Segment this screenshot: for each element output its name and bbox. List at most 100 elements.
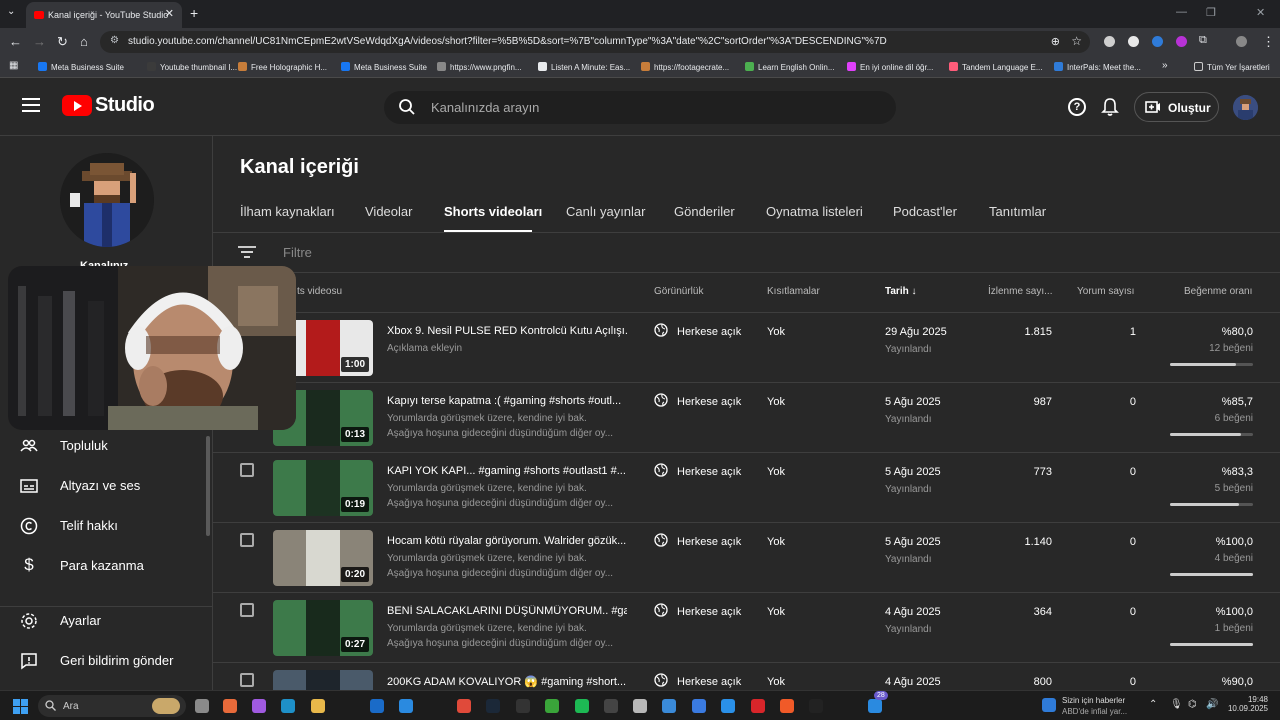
extensions-puzzle-icon[interactable]: ⧉: [1199, 34, 1207, 47]
table-row[interactable]: 0:13 Kapıyı terse kapatma :( #gaming #sho…: [213, 383, 1280, 453]
zoom-icon[interactable]: ⊕: [1051, 35, 1060, 48]
sidebar-item-feedback[interactable]: Geri bildirim gönder: [0, 641, 212, 681]
bookmark-item[interactable]: Listen A Minute: Eas...: [538, 62, 630, 72]
copilot-app-icon[interactable]: [252, 699, 266, 713]
bookmark-item[interactable]: Youtube thumbnail I...: [147, 62, 237, 72]
table-row[interactable]: 0:20 Hocam kötü rüyalar görüyorum. Walrid…: [213, 523, 1280, 593]
browser-tab[interactable]: Kanal içeriği - YouTube Studio ✕: [26, 2, 182, 28]
bookmark-item[interactable]: En iyi online dil öğr...: [847, 62, 933, 72]
help-icon[interactable]: ?: [1068, 98, 1086, 116]
row-checkbox[interactable]: [240, 673, 254, 687]
edge-icon[interactable]: [281, 699, 295, 713]
video-title[interactable]: BENİ SALACAKLARINI DÜŞÜNMÜYORUM.. #ga...: [387, 605, 627, 617]
extension-icon[interactable]: [1152, 36, 1163, 47]
video-title[interactable]: KAPI YOK KAPI... #gaming #shorts #outlas…: [387, 465, 627, 477]
address-bar[interactable]: ⚙ studio.youtube.com/channel/UC81NmCEpmE…: [100, 31, 1090, 53]
file-explorer-icon[interactable]: [311, 699, 325, 713]
home-icon[interactable]: ⌂: [80, 34, 88, 49]
xbox-app-icon[interactable]: [545, 699, 559, 713]
tab-search-icon[interactable]: ⌄: [7, 6, 15, 17]
hamburger-menu-icon[interactable]: [22, 98, 40, 112]
vegas-icon[interactable]: [633, 699, 647, 713]
brave-icon[interactable]: [780, 699, 794, 713]
all-bookmarks-button[interactable]: Tüm Yer İşaretleri: [1194, 62, 1270, 72]
sidebar-scrollbar[interactable]: [206, 436, 210, 536]
reload-icon[interactable]: ↻: [57, 34, 68, 50]
browser-menu-icon[interactable]: ⋮: [1262, 34, 1275, 50]
visibility-status[interactable]: Herkese açık: [677, 466, 741, 478]
spotify-icon[interactable]: [575, 699, 589, 713]
chrome-icon[interactable]: [457, 699, 471, 713]
filter-icon[interactable]: [238, 245, 256, 259]
taskbar-clock[interactable]: 19:48 10.09.2025: [1226, 695, 1268, 713]
tab-live[interactable]: Canlı yayınlar: [566, 204, 645, 219]
bookmark-item[interactable]: https://www.pngfin...: [437, 62, 522, 72]
channel-avatar[interactable]: [60, 153, 154, 247]
youtube-logo-icon[interactable]: [62, 95, 92, 116]
bell-icon[interactable]: [1101, 97, 1119, 117]
network-icon[interactable]: ⌬: [1188, 699, 1197, 710]
new-tab-icon[interactable]: +: [190, 5, 198, 21]
extension-icon[interactable]: [1104, 36, 1115, 47]
tray-chevron-icon[interactable]: ⌃: [1149, 699, 1157, 710]
close-window-icon[interactable]: ✕: [1256, 6, 1265, 19]
opera-icon[interactable]: [751, 699, 765, 713]
tab-promotions[interactable]: Tanıtımlar: [989, 204, 1046, 219]
visibility-status[interactable]: Herkese açık: [677, 606, 741, 618]
video-title[interactable]: 200KG ADAM KOVALIYOR 😱 #gaming #short...: [387, 675, 627, 688]
video-title[interactable]: Hocam kötü rüyalar görüyorum. Walrider g…: [387, 535, 627, 547]
back-icon[interactable]: ←: [9, 34, 22, 49]
copilot-icon[interactable]: [223, 699, 237, 713]
tab-inspiration[interactable]: İlham kaynakları: [240, 204, 335, 219]
extension-icon[interactable]: [1176, 36, 1187, 47]
bookmarks-more-icon[interactable]: »: [1162, 60, 1168, 71]
video-thumbnail[interactable]: 0:27: [273, 600, 373, 656]
account-avatar[interactable]: [1233, 95, 1258, 120]
apps-grid-icon[interactable]: ▦: [9, 60, 18, 71]
studio-logo-text[interactable]: Studio: [95, 94, 155, 117]
outlook-icon[interactable]: [370, 699, 384, 713]
store-icon[interactable]: [868, 699, 882, 713]
taskbar-search-input[interactable]: Ara: [38, 695, 186, 717]
bookmark-item[interactable]: InterPals: Meet the...: [1054, 62, 1141, 72]
windows-start-icon[interactable]: [13, 699, 28, 714]
table-row[interactable]: 1:00 Xbox 9. Nesil PULSE RED Kontrolcü Ku…: [213, 313, 1280, 383]
sidebar-item-copyright[interactable]: Telif hakkı: [0, 506, 212, 546]
column-header-likes[interactable]: Beğenme oranı: [1184, 286, 1252, 297]
visibility-status[interactable]: Herkese açık: [677, 536, 741, 548]
bookmark-item[interactable]: Meta Business Suite: [38, 62, 124, 72]
visibility-status[interactable]: Herkese açık: [677, 326, 741, 338]
tab-posts[interactable]: Gönderiler: [674, 204, 735, 219]
minimize-icon[interactable]: —: [1176, 6, 1187, 18]
tab-videos[interactable]: Videolar: [365, 204, 412, 219]
bookmark-item[interactable]: Tandem Language E...: [949, 62, 1043, 72]
profile-icon[interactable]: [1236, 36, 1247, 47]
table-row[interactable]: 0:19 KAPI YOK KAPI... #gaming #shorts #ou…: [213, 453, 1280, 523]
column-header-restrictions[interactable]: Kısıtlamalar: [767, 286, 820, 297]
video-thumbnail[interactable]: [273, 670, 373, 690]
globe-app-icon[interactable]: [662, 699, 676, 713]
tab-shorts[interactable]: Shorts videoları: [444, 204, 542, 219]
column-header-visibility[interactable]: Görünürlük: [654, 286, 703, 297]
extension-icon[interactable]: [1128, 36, 1139, 47]
video-title[interactable]: Kapıyı terse kapatma :( #gaming #shorts …: [387, 395, 627, 407]
visibility-status[interactable]: Herkese açık: [677, 676, 741, 688]
restore-icon[interactable]: ❐: [1206, 6, 1216, 19]
task-view-icon[interactable]: [195, 699, 209, 713]
channel-search-input[interactable]: Kanalınızda arayın: [384, 91, 896, 124]
sidebar-item-monetization[interactable]: $ Para kazanma: [0, 546, 212, 586]
close-tab-icon[interactable]: ✕: [165, 7, 174, 20]
column-header-views[interactable]: İzlenme sayı...: [988, 286, 1052, 297]
outlook-new-icon[interactable]: [399, 699, 413, 713]
column-header-comments[interactable]: Yorum sayısı: [1077, 286, 1134, 297]
column-header-date[interactable]: Tarih ↓: [885, 286, 917, 297]
row-checkbox[interactable]: [240, 463, 254, 477]
bookmark-item[interactable]: Learn English Onlin...: [745, 62, 835, 72]
tab-playlists[interactable]: Oynatma listeleri: [766, 204, 863, 219]
microphone-icon[interactable]: 🎙: [1170, 699, 1183, 710]
sidebar-item-settings[interactable]: Ayarlar: [0, 601, 212, 641]
tab-podcasts[interactable]: Podcast'ler: [893, 204, 957, 219]
steam-icon[interactable]: [486, 699, 500, 713]
create-button[interactable]: Oluştur: [1134, 92, 1219, 122]
forward-icon[interactable]: →: [33, 34, 46, 49]
